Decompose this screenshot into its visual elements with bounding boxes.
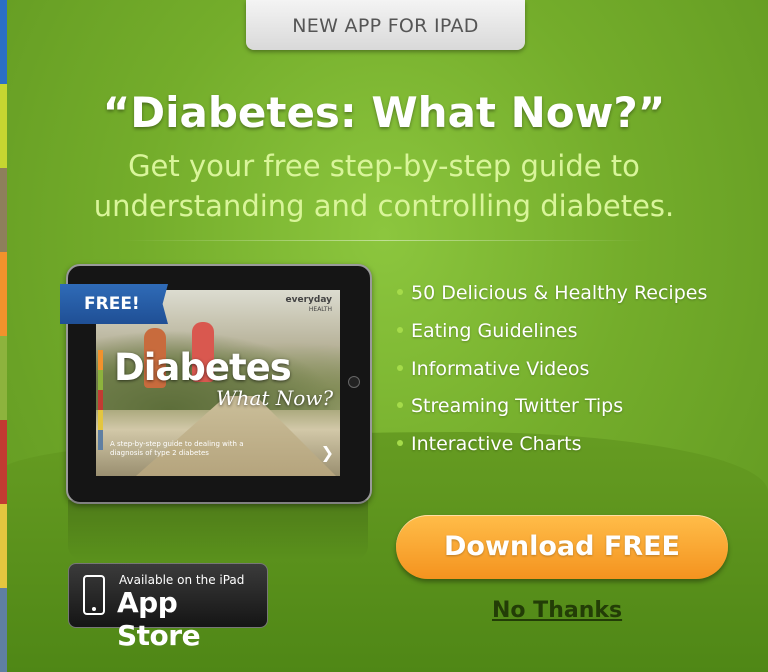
stripe-segment <box>0 420 7 504</box>
color-bar-segment <box>98 410 103 430</box>
headline: “Diabetes: What Now?” <box>102 88 666 137</box>
list-item: Streaming Twitter Tips <box>395 394 707 432</box>
feature-list: 50 Delicious & Healthy Recipes Eating Gu… <box>395 281 707 470</box>
app-store-line2: App Store <box>117 586 201 652</box>
color-bar-segment <box>98 370 103 390</box>
color-bar-segment <box>98 430 103 450</box>
subheadline: Get your free step-by-step guide to unde… <box>93 149 675 223</box>
list-item: Eating Guidelines <box>395 319 707 357</box>
stripe-segment <box>0 168 7 252</box>
screen-color-bar <box>98 350 103 450</box>
stripe-segment <box>0 252 7 336</box>
chevron-right-icon: ❯ <box>320 443 334 462</box>
download-button[interactable]: Download FREE <box>396 515 728 579</box>
new-app-tab: NEW APP FOR IPAD <box>246 0 525 50</box>
screen-title: Diabetes <box>114 346 292 389</box>
logo-subtext: HEALTH <box>308 306 332 313</box>
ipad-icon <box>83 575 105 615</box>
free-ribbon: FREE! <box>60 284 168 324</box>
bullet-icon <box>397 440 403 446</box>
feature-label: 50 Delicious & Healthy Recipes <box>411 282 708 304</box>
everyday-health-logo: everyday HEALTH <box>286 296 333 314</box>
list-item: Interactive Charts <box>395 432 707 470</box>
logo-text: everyday <box>285 295 333 305</box>
bullet-icon <box>397 402 403 409</box>
stripe-segment <box>0 588 7 672</box>
promo-page: NEW APP FOR IPAD “Diabetes: What Now?” G… <box>0 0 768 672</box>
color-bar-segment <box>98 390 103 410</box>
stripe-segment <box>0 336 7 420</box>
screen-caption: A step-by-step guide to dealing with a d… <box>110 440 244 457</box>
screen-subtitle: What Now? <box>216 386 334 410</box>
feature-label: Eating Guidelines <box>411 319 578 342</box>
bullet-icon <box>397 289 403 295</box>
app-store-line1: Available on the iPad <box>119 573 245 587</box>
bullet-icon <box>397 326 403 333</box>
feature-label: Streaming Twitter Tips <box>411 395 624 418</box>
stripe-segment <box>0 0 7 84</box>
no-thanks-link[interactable]: No Thanks <box>492 598 622 623</box>
divider <box>120 240 648 241</box>
list-item: Informative Videos <box>395 357 707 395</box>
stripe-segment <box>0 504 7 588</box>
bullet-icon <box>397 364 403 371</box>
color-bar-segment <box>98 350 103 370</box>
list-item: 50 Delicious & Healthy Recipes <box>395 281 707 319</box>
home-button-icon <box>348 376 360 388</box>
feature-label: Interactive Charts <box>411 433 582 455</box>
feature-label: Informative Videos <box>411 357 590 380</box>
app-store-badge[interactable]: Available on the iPad App Store <box>68 563 268 652</box>
ipad-reflection <box>68 500 368 560</box>
